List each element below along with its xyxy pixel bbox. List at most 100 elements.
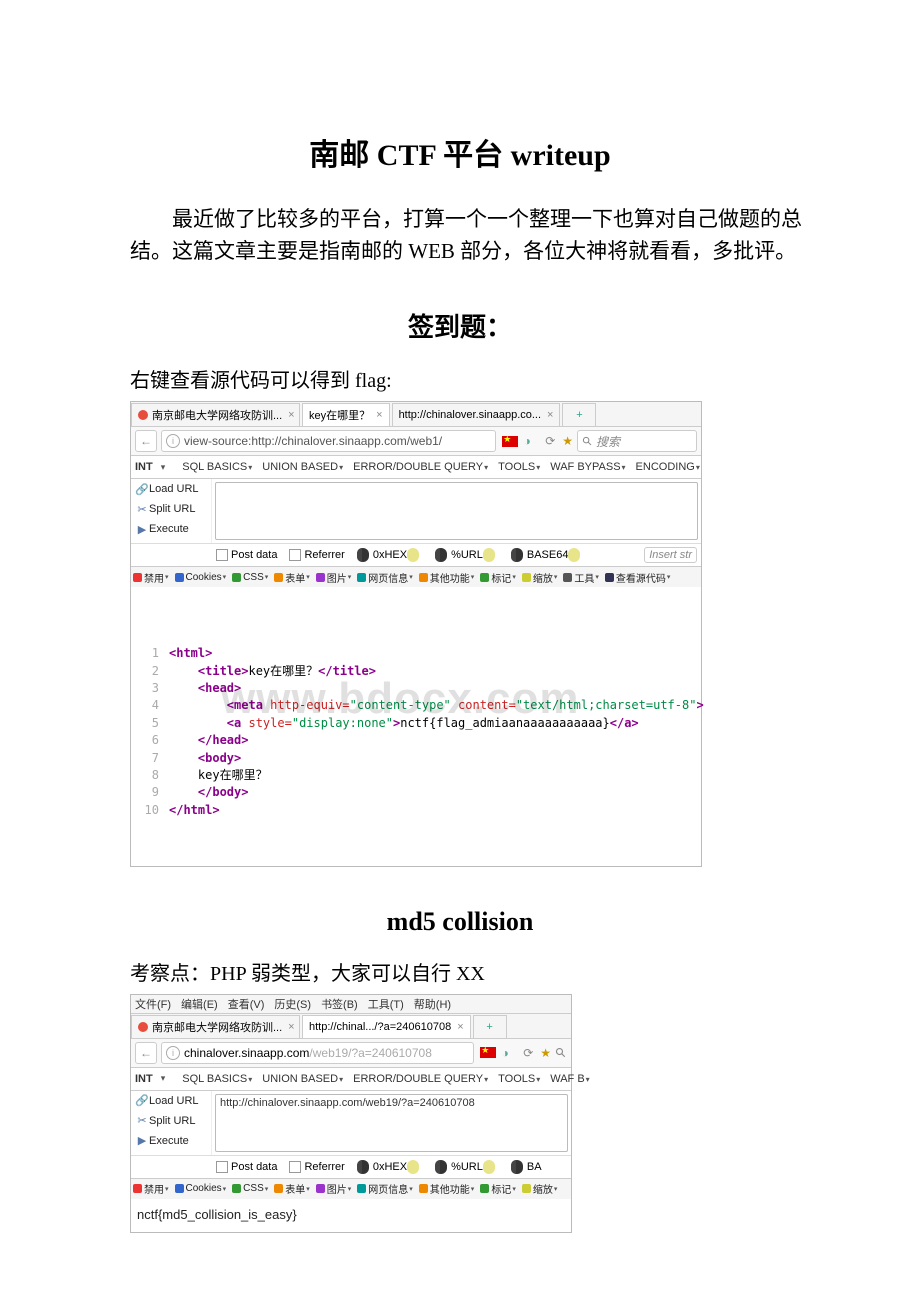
menu-item[interactable]: 工具(T) [368,996,404,1012]
hackbar-split-url[interactable]: ✂Split URL [131,499,211,519]
side-label: Execute [149,523,189,535]
url-input[interactable]: i chinalover.sinaapp.com/web19/?a=240610… [161,1042,474,1064]
devbar-item[interactable]: 表单 [274,570,310,585]
info-icon[interactable]: i [166,434,180,448]
hackbar-url-input[interactable]: http://chinalover.sinaapp.com/web19/?a=2… [215,1094,568,1152]
devbar-item[interactable]: 标记 [480,570,516,585]
url-input[interactable]: i view-source:http://chinalover.sinaapp.… [161,430,496,452]
hackbar-menu-item[interactable]: TOOLS [498,1073,540,1085]
devbar-item[interactable]: 表单 [274,1181,310,1196]
post-data-checkbox[interactable]: Post data [216,549,277,561]
hackbar-menu-item[interactable]: WAF BYPASS [550,461,625,473]
hackbar-split-url[interactable]: ✂Split URL [131,1111,211,1131]
menu-item[interactable]: 书签(B) [321,996,358,1012]
flag-icon [502,436,518,447]
urlenc-button[interactable]: %URL [451,1161,483,1173]
close-icon[interactable]: × [288,409,294,421]
devbar-item[interactable]: 禁用 [133,1181,169,1196]
browser-tab[interactable]: http://chinalover.sinaapp.co... × [392,403,561,426]
close-icon[interactable]: × [376,409,382,421]
devbar-item[interactable]: 工具 [563,570,599,585]
reload-button[interactable]: ⟳ [520,1045,536,1061]
post-data-checkbox[interactable]: Post data [216,1161,277,1173]
hackbar-menu-item[interactable]: UNION BASED [262,1073,343,1085]
devbar-item[interactable]: 标记 [480,1181,516,1196]
back-button[interactable]: ← [135,1042,157,1064]
browser-tab[interactable]: key在哪里？× [302,403,390,426]
tab-label: http://chinal.../?a=240610708 [309,1021,451,1033]
devbar-item[interactable]: CSS [232,1183,268,1194]
hackbar-menu-item[interactable]: WAF B [550,1073,589,1085]
menu-item[interactable]: 编辑(E) [181,996,218,1012]
hackbar-load-url[interactable]: 🔗Load URL [131,1091,211,1111]
hackbar-menu-item[interactable]: SQL BASICS [182,1073,252,1085]
browser-tab[interactable]: http://chinal.../?a=240610708 × [302,1015,471,1038]
bookmark-icon[interactable]: ★ [562,434,573,448]
tab-label: http://chinalover.sinaapp.co... [399,409,541,421]
section-2-desc: 考察点：PHP 弱类型，大家可以自行 XX [0,957,920,986]
base64-button[interactable]: BASE64 [527,549,569,561]
close-icon[interactable]: × [547,409,553,421]
reload-button[interactable]: ⟳ [542,433,558,449]
base64-button[interactable]: BA [527,1161,542,1173]
menu-item[interactable]: 文件(F) [135,996,171,1012]
devbar-item[interactable]: 图片 [316,570,352,585]
devbar-item[interactable]: 查看源代码 [605,570,671,585]
devbar-item[interactable]: Cookies [175,572,227,583]
menu-item[interactable]: 帮助(H) [414,996,451,1012]
bookmark-icon[interactable]: ★ [540,1046,551,1060]
devbar-item[interactable]: Cookies [175,1183,227,1194]
devbar-item[interactable]: 缩放 [522,570,558,585]
hackbar-url-input[interactable] [215,482,698,540]
urlenc-button[interactable]: %URL [451,549,483,561]
menu-item[interactable]: 查看(V) [228,996,265,1012]
devbar-item[interactable]: 禁用 [133,570,169,585]
hex-button[interactable]: 0xHEX [373,1161,407,1173]
tab-label: 南京邮电大学网络攻防训... [152,407,282,423]
devbar-item[interactable]: CSS [232,572,268,583]
devbar-item[interactable]: 其他功能 [419,570,475,585]
new-tab-button[interactable]: + [562,403,596,426]
back-button[interactable]: ← [135,430,157,452]
menu-item[interactable]: 历史(S) [274,996,311,1012]
hex-button[interactable]: 0xHEX [373,549,407,561]
new-tab-button[interactable]: + [473,1015,507,1038]
browser-tab[interactable]: 南京邮电大学网络攻防训... × [131,403,300,426]
hackbar-execute[interactable]: ▶Execute [131,519,211,539]
url-text: http://chinalover.sinaapp.com/web1/ [251,434,442,448]
search-icon[interactable] [555,1047,567,1059]
devbar-item[interactable]: 网页信息 [357,1181,413,1196]
browser-tab[interactable]: 南京邮电大学网络攻防训...× [131,1015,300,1038]
hackbar-body: 🔗Load URL ✂Split URL ▶Execute [131,479,701,543]
hackbar-menu: INT ▾ SQL BASICS UNION BASED ERROR/DOUBL… [131,1068,571,1091]
hackbar-menu-item[interactable]: UNION BASED [262,461,343,473]
hackbar-menu-item[interactable]: TOOLS [498,461,540,473]
split-icon: ✂ [135,1114,149,1127]
flag-icon [480,1047,496,1058]
devbar-item[interactable]: 缩放 [522,1181,558,1196]
referrer-checkbox[interactable]: Referrer [289,549,344,561]
devbar-item[interactable]: 网页信息 [357,570,413,585]
menu-bar: 文件(F) 编辑(E) 查看(V) 历史(S) 书签(B) 工具(T) 帮助(H… [131,995,571,1014]
search-input[interactable]: 搜索 [577,430,697,452]
devbar-item[interactable]: 其他功能 [419,1181,475,1196]
referrer-checkbox[interactable]: Referrer [289,1161,344,1173]
hackbar-menu-item[interactable]: ERROR/DOUBLE QUERY [353,1073,488,1085]
hackbar-menu-item[interactable]: ERROR/DOUBLE QUERY [353,461,488,473]
search-icon [582,436,593,447]
link-icon: 🔗 [135,483,149,496]
hackbar-menu-item[interactable]: SQL BASICS [182,461,252,473]
hackbar-load-url[interactable]: 🔗Load URL [131,479,211,499]
devbar-item[interactable]: 图片 [316,1181,352,1196]
close-icon[interactable]: × [288,1021,294,1033]
hackbar-execute[interactable]: ▶Execute [131,1131,211,1151]
play-icon: ▶ [135,1134,149,1147]
hackbar-menu-item[interactable]: ENCODING [636,461,700,473]
chevron-down-icon[interactable]: ▾ [161,1073,166,1084]
info-icon[interactable]: i [166,1046,180,1060]
close-icon[interactable]: × [457,1021,463,1033]
section-heading-2: md5 collision [0,907,920,937]
hackbar-label: INT [135,1073,153,1085]
insert-string-button[interactable]: Insert str [644,547,697,563]
chevron-down-icon[interactable]: ▾ [161,462,166,473]
